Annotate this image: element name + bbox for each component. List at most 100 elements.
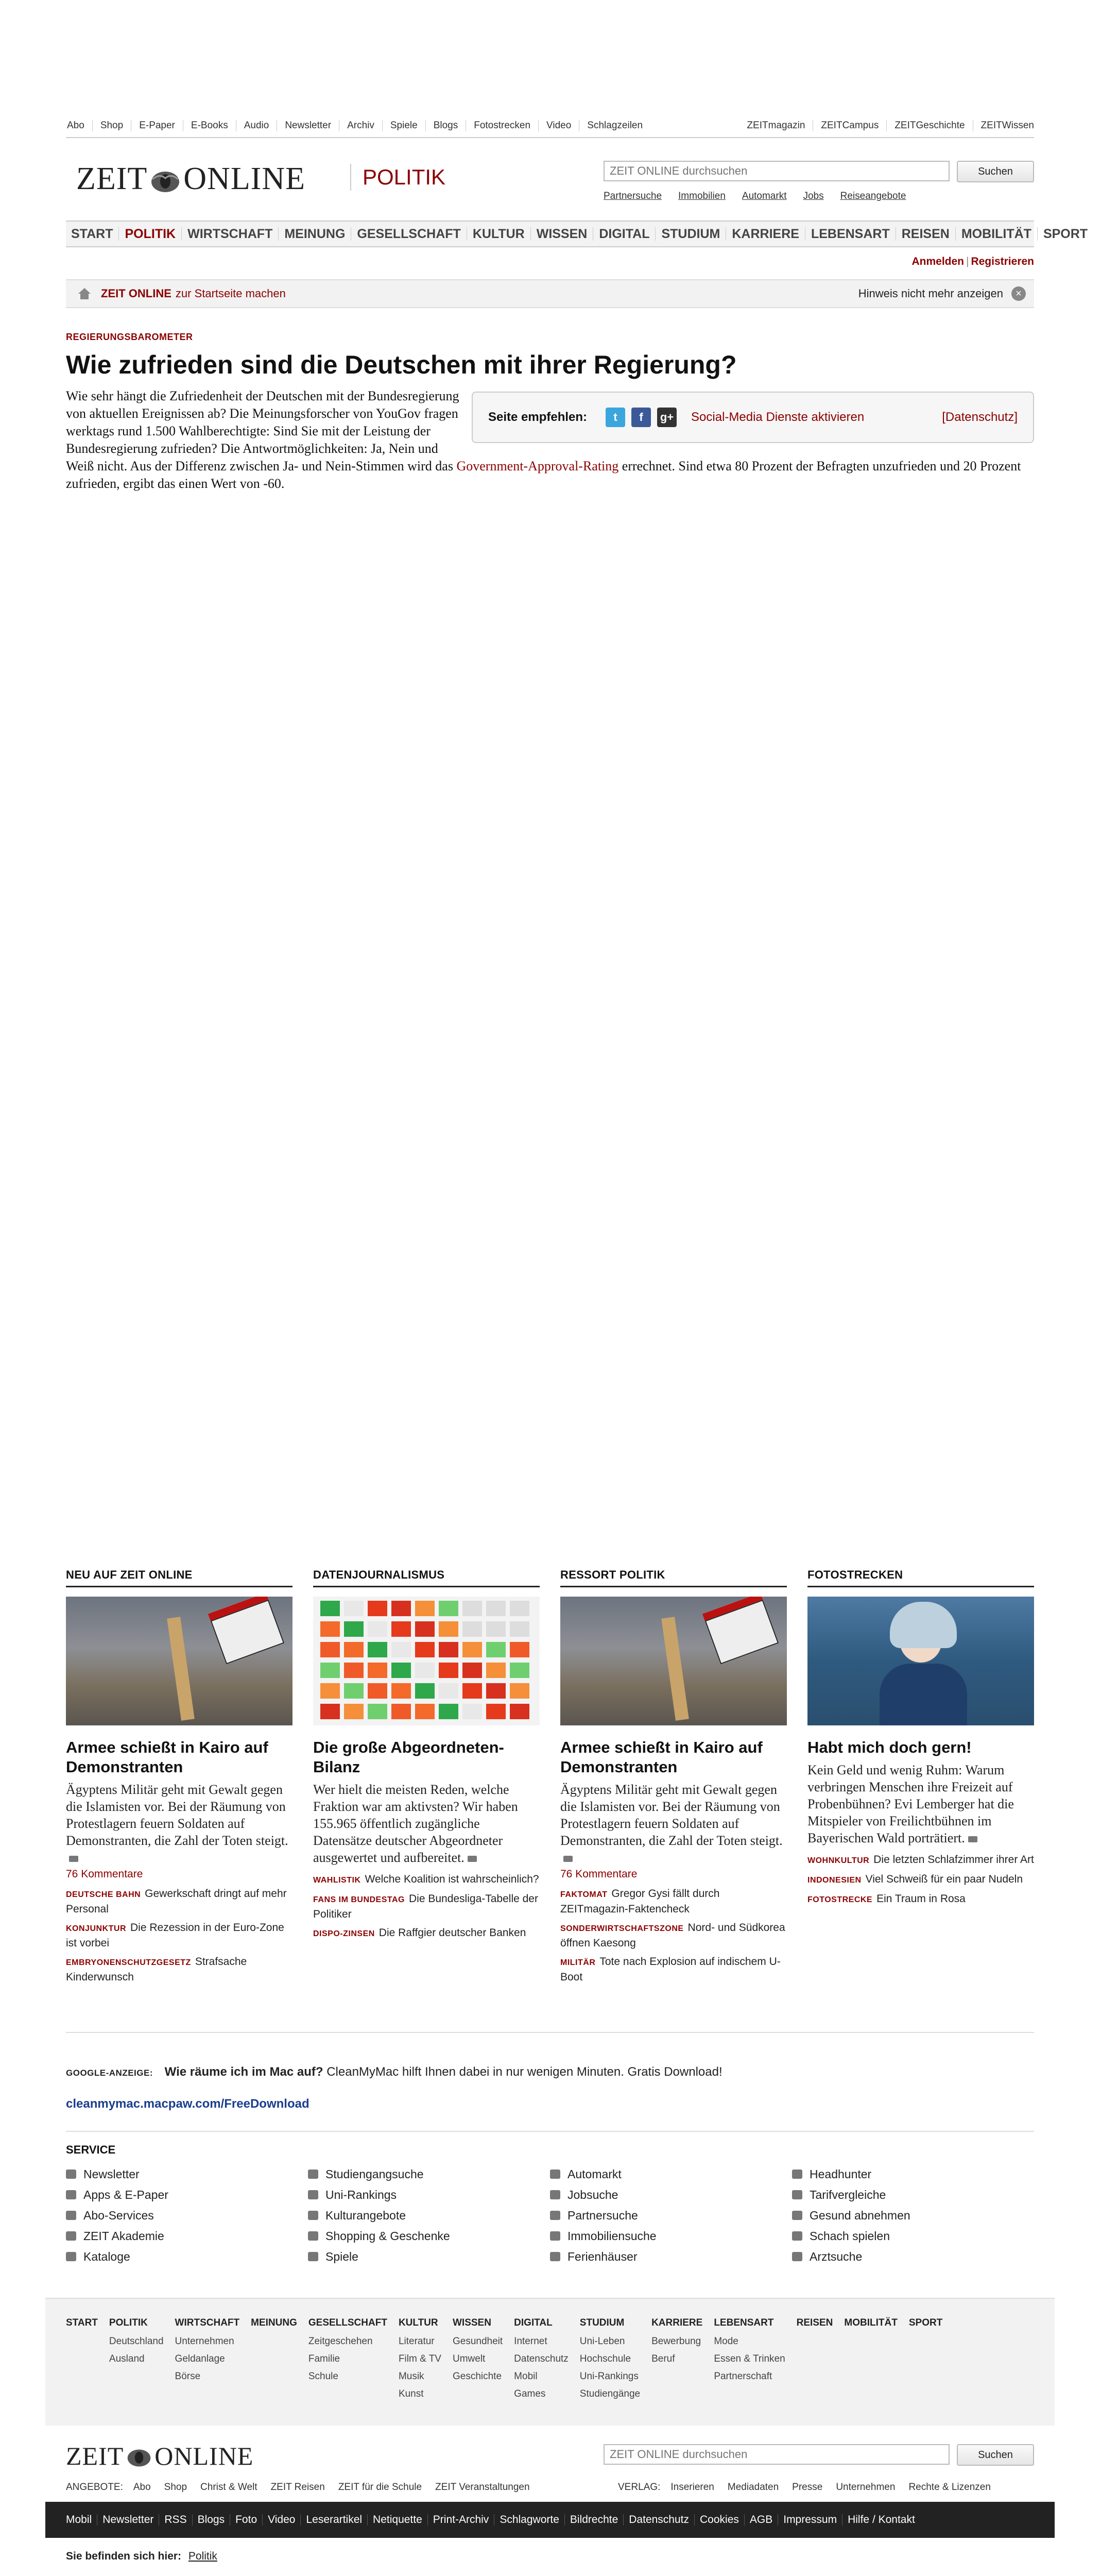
search-input[interactable] [604, 161, 950, 181]
offer-zeit-veranstaltungen[interactable]: ZEIT Veranstaltungen [435, 2482, 529, 2493]
ad-url-link[interactable]: cleanmymac.macpaw.com/FreeDownload [66, 2097, 309, 2111]
footer-link-impressum[interactable]: Impressum [778, 2514, 842, 2526]
top-nav-blogs[interactable]: Blogs [425, 120, 466, 131]
sitemap-link-zeitgeschehen[interactable]: Zeitgeschehen [308, 2333, 387, 2350]
register-link[interactable]: Registrieren [971, 256, 1034, 267]
twitter-icon[interactable]: t [606, 408, 626, 427]
nav-wissen[interactable]: WISSEN [530, 227, 593, 241]
footer-link-bildrechte[interactable]: Bildrechte [564, 2514, 623, 2526]
sitemap-link-schule[interactable]: Schule [308, 2368, 387, 2385]
google-plus-icon[interactable]: g+ [657, 408, 677, 427]
nav-wirtschaft[interactable]: WIRTSCHAFT [181, 227, 278, 241]
top-nav-zeitcampus[interactable]: ZEITCampus [813, 120, 886, 131]
sitemap-link-ausland[interactable]: Ausland [109, 2350, 164, 2368]
sitemap-link-beruf[interactable]: Beruf [651, 2350, 702, 2368]
teaser-link[interactable]: SONDERWIRTSCHAFTSZONE Nord- und Südkorea … [560, 1921, 787, 1951]
hint-text[interactable]: zur Startseite machen [176, 287, 286, 300]
sitemap-heading-digital[interactable]: DIGITAL [514, 2317, 569, 2329]
sitemap-link-musik[interactable]: Musik [399, 2368, 441, 2385]
sitemap-link-partnerschaft[interactable]: Partnerschaft [714, 2368, 785, 2385]
top-nav-zeitmagazin[interactable]: ZEITmagazin [746, 120, 813, 131]
sitemap-heading-studium[interactable]: STUDIUM [580, 2317, 640, 2329]
teaser-link[interactable]: INDONESIEN Viel Schweiß für ein paar Nude… [807, 1872, 1034, 1888]
footer-link-foto[interactable]: Foto [230, 2514, 262, 2526]
nav-lebensart[interactable]: LEBENSART [804, 227, 896, 241]
teaser-image[interactable] [807, 1597, 1034, 1725]
hint-brand[interactable]: ZEIT ONLINE [101, 287, 171, 300]
offer-zeit-für-die-schule[interactable]: ZEIT für die Schule [338, 2482, 422, 2493]
service-item-tarifvergleiche[interactable]: Tarifvergleiche [792, 2184, 1034, 2205]
quicklink-immobilien[interactable]: Immobilien [678, 191, 726, 202]
breadcrumb-politik[interactable]: Politik [188, 2550, 217, 2562]
top-nav-abo[interactable]: Abo [66, 120, 92, 131]
sitemap-link-deutschland[interactable]: Deutschland [109, 2333, 164, 2350]
sitemap-link-film-tv[interactable]: Film & TV [399, 2350, 441, 2368]
nav-studium[interactable]: STUDIUM [655, 227, 726, 241]
sitemap-heading-kultur[interactable]: KULTUR [399, 2317, 441, 2329]
sitemap-link-umwelt[interactable]: Umwelt [453, 2350, 503, 2368]
top-nav-newsletter[interactable]: Newsletter [277, 120, 339, 131]
sitemap-heading-karriere[interactable]: KARRIERE [651, 2317, 702, 2329]
nav-mobilität[interactable]: MOBILITÄT [955, 227, 1037, 241]
top-nav-schlagzeilen[interactable]: Schlagzeilen [579, 120, 650, 131]
service-item-uni-rankings[interactable]: Uni-Rankings [308, 2184, 550, 2205]
footer-link-cookies[interactable]: Cookies [694, 2514, 744, 2526]
ad-row[interactable]: GOOGLE-ANZEIGE: Wie räume ich im Mac auf… [66, 2065, 722, 2079]
top-nav-e-books[interactable]: E-Books [182, 120, 236, 131]
sitemap-link-literatur[interactable]: Literatur [399, 2333, 441, 2350]
service-item-spiele[interactable]: Spiele [308, 2246, 550, 2267]
footer-link-netiquette[interactable]: Netiquette [367, 2514, 427, 2526]
sitemap-heading-politik[interactable]: POLITIK [109, 2317, 164, 2329]
footer-logo[interactable]: ZEIT ONLINE [66, 2441, 253, 2471]
teaser-title[interactable]: Die große Abgeordneten-Bilanz [313, 1738, 540, 1777]
teaser-link[interactable]: DEUTSCHE BAHN Gewerkschaft dringt auf meh… [66, 1887, 293, 1917]
teaser-link[interactable]: EMBRYONENSCHUTZGESETZ Strafsache Kinderwu… [66, 1955, 293, 1985]
top-nav-zeitwissen[interactable]: ZEITWissen [972, 120, 1034, 131]
footer-link-rss[interactable]: RSS [159, 2514, 192, 2526]
sitemap-link-gesundheit[interactable]: Gesundheit [453, 2333, 503, 2350]
sitemap-heading-lebensart[interactable]: LEBENSART [714, 2317, 785, 2329]
login-link[interactable]: Anmelden [911, 256, 964, 267]
teaser-image[interactable] [313, 1597, 540, 1725]
verlag-inserieren[interactable]: Inserieren [670, 2482, 714, 2493]
top-nav-shop[interactable]: Shop [92, 120, 131, 131]
sitemap-link-uni-leben[interactable]: Uni-Leben [580, 2333, 640, 2350]
comments-link[interactable]: 76 Kommentare [66, 1868, 293, 1880]
service-item-abo-services[interactable]: Abo-Services [66, 2205, 308, 2226]
sitemap-link-mobil[interactable]: Mobil [514, 2368, 569, 2385]
sitemap-link-internet[interactable]: Internet [514, 2333, 569, 2350]
approval-rating-link[interactable]: Government-Approval-Rating [456, 459, 618, 473]
sitemap-link-kunst[interactable]: Kunst [399, 2385, 441, 2403]
service-item-ferienhäuser[interactable]: Ferienhäuser [550, 2246, 792, 2267]
footer-link-agb[interactable]: AGB [744, 2514, 778, 2526]
nav-karriere[interactable]: KARRIERE [726, 227, 805, 241]
footer-search-button[interactable]: Suchen [957, 2444, 1034, 2466]
privacy-link[interactable]: [Datenschutz] [942, 409, 1018, 426]
service-item-studiengangsuche[interactable]: Studiengangsuche [308, 2164, 550, 2184]
teaser-link[interactable]: WAHLISTIK Welche Koalition ist wahrschein… [313, 1872, 540, 1888]
quicklink-jobs[interactable]: Jobs [803, 191, 823, 202]
sitemap-link-familie[interactable]: Familie [308, 2350, 387, 2368]
top-nav-e-paper[interactable]: E-Paper [131, 120, 183, 131]
activate-social-media-link[interactable]: Social-Media Dienste aktivieren [691, 409, 864, 426]
sitemap-heading-mobilität[interactable]: MOBILITÄT [844, 2317, 897, 2329]
teaser-link[interactable]: KONJUNKTUR Die Rezession in der Euro-Zone… [66, 1921, 293, 1951]
sitemap-link-hochschule[interactable]: Hochschule [580, 2350, 640, 2368]
footer-link-leserartikel[interactable]: Leserartikel [300, 2514, 367, 2526]
sitemap-heading-sport[interactable]: SPORT [909, 2317, 942, 2329]
nav-kultur[interactable]: KULTUR [466, 227, 530, 241]
comments-link[interactable]: 76 Kommentare [560, 1868, 787, 1880]
service-item-shopping-geschenke[interactable]: Shopping & Geschenke [308, 2226, 550, 2246]
nav-digital[interactable]: DIGITAL [593, 227, 655, 241]
footer-link-schlagworte[interactable]: Schlagworte [494, 2514, 564, 2526]
sitemap-heading-wissen[interactable]: WISSEN [453, 2317, 503, 2329]
sitemap-link-studiengänge[interactable]: Studiengänge [580, 2385, 640, 2403]
footer-link-newsletter[interactable]: Newsletter [97, 2514, 159, 2526]
top-nav-video[interactable]: Video [538, 120, 579, 131]
sitemap-link-geschichte[interactable]: Geschichte [453, 2368, 503, 2385]
footer-link-print-archiv[interactable]: Print-Archiv [427, 2514, 494, 2526]
sitemap-link-essen-trinken[interactable]: Essen & Trinken [714, 2350, 785, 2368]
nav-gesellschaft[interactable]: GESELLSCHAFT [351, 227, 466, 241]
quicklink-reiseangebote[interactable]: Reiseangebote [840, 191, 906, 202]
sitemap-heading-start[interactable]: START [66, 2317, 98, 2329]
